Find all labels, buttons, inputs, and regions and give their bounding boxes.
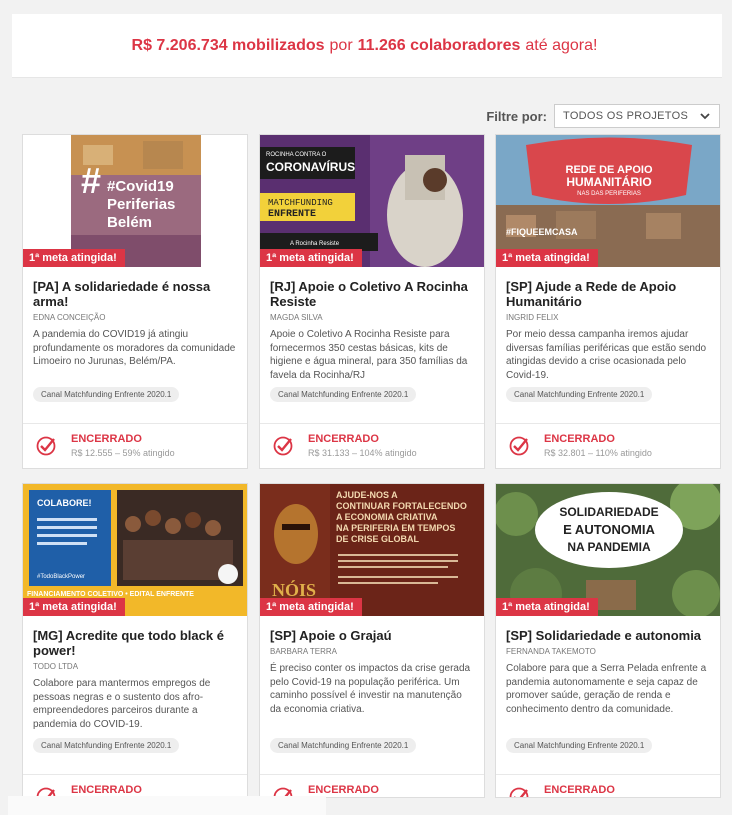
goal-badge: 1ª meta atingida! <box>496 249 598 267</box>
check-circle-icon <box>273 436 293 456</box>
funding-progress: R$ 12.555 – 59% atingido <box>71 448 175 458</box>
project-status: ENCERRADO <box>71 433 142 445</box>
project-image[interactable]: SOLIDARIEDADE E AUTONOMIA NA PANDEMIA 1ª… <box>496 484 720 616</box>
image-text: #Covid19 <box>107 178 174 195</box>
project-card[interactable]: NÓIS AJUDE-NOS A CONTINUAR FORTALECENDO … <box>259 483 485 798</box>
image-text: CORONAVÍRUS <box>266 159 355 174</box>
amount-mobilized: R$ 7.206.734 mobilizados <box>131 36 325 54</box>
filter-selected-value: TODOS OS PROJETOS <box>563 110 689 122</box>
project-title[interactable]: [MG] Acredite que todo black é power! <box>33 628 237 658</box>
image-text: ROCINHA CONTRA O <box>266 152 327 158</box>
banner-suffix: até agora! <box>525 36 598 54</box>
project-card[interactable]: # #Covid19 Periferias Belém 1ª meta atin… <box>22 134 248 469</box>
project-description: É preciso conter os impactos da crise ge… <box>270 663 471 715</box>
project-card[interactable]: REDE DE APOIO HUMANITÁRIO NAS DAS PERIFE… <box>495 134 721 469</box>
project-status: ENCERRADO <box>308 433 379 445</box>
image-text: MATCHFUNDING <box>268 198 333 208</box>
stats-banner: R$ 7.206.734 mobilizados por 11.266 cola… <box>12 14 722 78</box>
project-description: Colabore para que a Serra Pelada enfrent… <box>506 663 707 715</box>
project-description: Apoie o Coletivo A Rocinha Resiste para … <box>270 329 468 381</box>
card-footer: ENCERRADO R$ 12.555 – 59% atingido <box>23 423 247 468</box>
card-footer: ENCERRADO <box>23 774 247 797</box>
image-text: AJUDE-NOS A <box>336 490 398 500</box>
project-status: ENCERRADO <box>71 784 142 796</box>
project-card[interactable]: COLABORE! #TodoBlackPower FINANCIAMENTO … <box>22 483 248 798</box>
project-title[interactable]: [RJ] Apoie o Coletivo A Rocinha Resiste <box>270 279 474 309</box>
goal-badge: 1ª meta atingida! <box>260 598 362 616</box>
image-text: A Rocinha Resiste <box>290 241 340 247</box>
project-title[interactable]: [SP] Solidariedade e autonomia <box>506 628 710 643</box>
project-owner: BARBARA TERRA <box>270 647 337 656</box>
banner-by: por <box>329 36 353 54</box>
check-circle-icon <box>509 436 529 456</box>
check-circle-icon <box>509 787 529 797</box>
card-footer: ENCERRADO R$ 31.133 – 104% atingido <box>260 423 484 468</box>
card-footer: ENCERRADO <box>496 774 720 797</box>
project-status: ENCERRADO <box>544 433 615 445</box>
funding-progress: R$ 32.801 – 110% atingido <box>544 448 652 458</box>
project-image[interactable]: ROCINHA CONTRA O CORONAVÍRUS MATCHFUNDIN… <box>260 135 484 267</box>
image-text: SOLIDARIEDADE <box>559 505 658 519</box>
project-owner: TODO LTDA <box>33 662 79 671</box>
chevron-down-icon <box>700 113 710 120</box>
filter-label: Filtre por: <box>486 108 547 124</box>
project-owner: MAGDA SILVA <box>270 313 323 322</box>
image-text: NA PANDEMIA <box>567 540 651 554</box>
channel-tag[interactable]: Canal Matchfunding Enfrente 2020.1 <box>506 387 653 402</box>
project-description: Por meio dessa campanha iremos ajudar di… <box>506 329 707 381</box>
image-text: NAS DAS PERIFERIAS <box>577 191 641 197</box>
channel-tag[interactable]: Canal Matchfunding Enfrente 2020.1 <box>33 387 180 402</box>
project-title[interactable]: [SP] Ajude a Rede de Apoio Humanitário <box>506 279 710 309</box>
check-circle-icon <box>36 436 56 456</box>
image-text: NA PERIFERIA EM TEMPOS <box>336 523 455 533</box>
project-image[interactable]: REDE DE APOIO HUMANITÁRIO NAS DAS PERIFE… <box>496 135 720 267</box>
channel-tag[interactable]: Canal Matchfunding Enfrente 2020.1 <box>33 738 180 753</box>
project-owner: FERNANDA TAKEMOTO <box>506 647 596 656</box>
goal-badge: 1ª meta atingida! <box>23 598 125 616</box>
goal-badge: 1ª meta atingida! <box>23 249 125 267</box>
image-text: NÓIS <box>272 579 316 600</box>
image-text: Periferias <box>107 196 175 213</box>
image-text: DE CRISE GLOBAL <box>336 534 420 544</box>
channel-tag[interactable]: Canal Matchfunding Enfrente 2020.1 <box>506 738 653 753</box>
image-text: FINANCIAMENTO COLETIVO • EDITAL ENFRENTE <box>27 591 194 598</box>
project-image[interactable]: NÓIS AJUDE-NOS A CONTINUAR FORTALECENDO … <box>260 484 484 616</box>
image-text: ENFRENTE <box>268 209 316 220</box>
project-card[interactable]: ROCINHA CONTRA O CORONAVÍRUS MATCHFUNDIN… <box>259 134 485 469</box>
image-text: HUMANITÁRIO <box>566 174 651 189</box>
project-status: ENCERRADO <box>544 784 615 796</box>
image-hashtag: # <box>81 160 101 201</box>
bottom-overlay <box>8 796 326 815</box>
channel-tag[interactable]: Canal Matchfunding Enfrente 2020.1 <box>270 387 417 402</box>
card-footer: ENCERRADO R$ 32.801 – 110% atingido <box>496 423 720 468</box>
contributors-count: 11.266 colaboradores <box>357 36 521 54</box>
image-text: #FIQUEEMCASA <box>506 227 578 237</box>
card-footer: ENCERRADO <box>260 774 484 797</box>
image-text: E AUTONOMIA <box>563 522 655 537</box>
funding-progress: R$ 31.133 – 104% atingido <box>308 448 417 458</box>
image-text: COLABORE! <box>37 498 92 508</box>
project-description: A pandemia do COVID19 já atingiu profund… <box>33 329 236 367</box>
project-owner: EDNA CONCEIÇÃO <box>33 313 106 322</box>
project-title[interactable]: [PA] A solidariedade é nossa arma! <box>33 279 237 309</box>
goal-badge: 1ª meta atingida! <box>496 598 598 616</box>
image-text: Belém <box>107 214 152 231</box>
project-owner: INGRID FELIX <box>506 313 559 322</box>
image-text: A ECONOMIA CRIATIVA <box>336 512 438 522</box>
image-text: CONTINUAR FORTALECENDO <box>336 501 467 511</box>
image-text: #TodoBlackPower <box>37 574 85 580</box>
project-card[interactable]: SOLIDARIEDADE E AUTONOMIA NA PANDEMIA 1ª… <box>495 483 721 798</box>
project-title[interactable]: [SP] Apoie o Grajaú <box>270 628 474 643</box>
project-image[interactable]: # #Covid19 Periferias Belém 1ª meta atin… <box>23 135 247 267</box>
channel-tag[interactable]: Canal Matchfunding Enfrente 2020.1 <box>270 738 417 753</box>
project-filter-select[interactable]: TODOS OS PROJETOS <box>554 104 720 128</box>
project-status: ENCERRADO <box>308 784 379 796</box>
goal-badge: 1ª meta atingida! <box>260 249 362 267</box>
filter-bar: Filtre por: TODOS OS PROJETOS <box>486 104 720 128</box>
project-image[interactable]: COLABORE! #TodoBlackPower FINANCIAMENTO … <box>23 484 247 616</box>
project-description: Colabore para mantermos empregos de pess… <box>33 678 211 730</box>
